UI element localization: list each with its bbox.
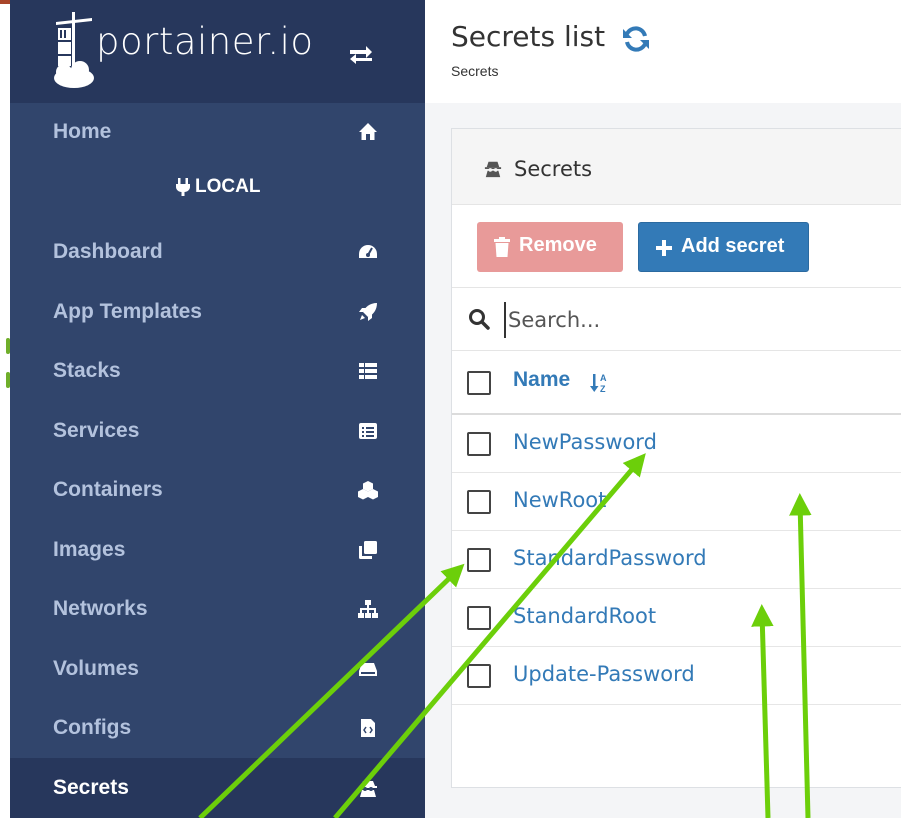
sidebar-item-configs[interactable]: Configs xyxy=(10,704,425,752)
th-list-icon xyxy=(359,363,377,379)
add-secret-button[interactable]: Add secret xyxy=(638,222,809,272)
home-icon xyxy=(359,123,377,140)
action-bar: Remove Add secret xyxy=(452,205,901,287)
left-gutter xyxy=(0,0,10,818)
remove-button[interactable]: Remove xyxy=(477,222,623,272)
sidebar: portainer.io Home LOCAL Dashboard App Te… xyxy=(2,0,425,818)
plus-icon xyxy=(656,240,672,256)
hdd-icon xyxy=(359,663,377,676)
remove-button-label: Remove xyxy=(519,234,597,256)
widget-header: Secrets xyxy=(452,129,901,205)
exchange-icon[interactable] xyxy=(348,44,374,66)
svg-text:Z: Z xyxy=(600,384,606,394)
rocket-icon xyxy=(359,303,377,321)
user-secret-icon xyxy=(484,161,502,178)
search-icon xyxy=(469,309,490,330)
table-header: Name A Z xyxy=(452,351,901,415)
sidebar-item-secrets[interactable]: Secrets xyxy=(2,758,425,818)
sitemap-icon xyxy=(358,600,378,618)
list-alt-icon xyxy=(359,423,377,439)
row-checkbox[interactable] xyxy=(467,606,491,630)
sidebar-item-label: Images xyxy=(53,538,126,561)
secret-name-link[interactable]: NewRoot xyxy=(513,488,606,512)
sidebar-item-home[interactable]: Home xyxy=(10,108,425,156)
row-checkbox[interactable] xyxy=(467,548,491,572)
search-bar xyxy=(452,287,901,351)
add-secret-button-label: Add secret xyxy=(681,235,785,257)
sidebar-item-stacks[interactable]: Stacks xyxy=(10,347,425,395)
sidebar-item-label: Secrets xyxy=(53,776,129,799)
sidebar-item-containers[interactable]: Containers xyxy=(10,466,425,514)
sidebar-item-label: Stacks xyxy=(53,359,121,382)
sidebar-item-label: Services xyxy=(53,419,140,442)
sidebar-item-images[interactable]: Images xyxy=(10,526,425,574)
sidebar-item-label: App Templates xyxy=(53,300,202,323)
table-row: StandardPassword xyxy=(452,531,901,589)
user-secret-icon xyxy=(359,781,377,797)
secrets-widget: Secrets Remove Add secret Search... Name… xyxy=(451,128,901,788)
secret-name-link[interactable]: Update-Password xyxy=(513,662,695,686)
page-title: Secrets list xyxy=(451,20,606,53)
brand-name[interactable]: portainer.io xyxy=(96,20,314,63)
sidebar-item-label: Dashboard xyxy=(53,240,163,263)
table-row: StandardRoot xyxy=(452,589,901,647)
secret-name-link[interactable]: NewPassword xyxy=(513,430,657,454)
svg-text:A: A xyxy=(600,373,607,383)
table-row: NewPassword xyxy=(452,415,901,473)
secret-name-link[interactable]: StandardPassword xyxy=(513,546,707,570)
sidebar-item-dashboard[interactable]: Dashboard xyxy=(10,228,425,276)
table-row: Update-Password xyxy=(452,647,901,705)
sidebar-item-label: Networks xyxy=(53,597,148,620)
secret-name-link[interactable]: StandardRoot xyxy=(513,604,656,628)
widget-title: Secrets xyxy=(514,157,593,181)
sort-alpha-down-icon[interactable]: A Z xyxy=(590,372,610,394)
endpoint-label: LOCAL xyxy=(195,176,261,197)
clone-icon xyxy=(359,541,377,559)
sidebar-item-label: Configs xyxy=(53,716,132,739)
name-column-header[interactable]: Name xyxy=(513,368,570,392)
file-code-icon xyxy=(361,719,375,737)
row-checkbox[interactable] xyxy=(467,664,491,688)
sidebar-item-volumes[interactable]: Volumes xyxy=(10,645,425,693)
breadcrumb: Secrets xyxy=(451,63,499,79)
trash-icon xyxy=(494,237,510,257)
search-input[interactable] xyxy=(504,302,884,338)
row-checkbox[interactable] xyxy=(467,432,491,456)
tachometer-icon xyxy=(359,245,377,258)
sidebar-item-label: Home xyxy=(53,120,112,143)
sidebar-item-services[interactable]: Services xyxy=(10,407,425,455)
page-header: Secrets list Secrets xyxy=(425,0,901,103)
portainer-logo-icon[interactable] xyxy=(52,12,96,88)
refresh-icon[interactable] xyxy=(621,24,651,54)
cubes-icon xyxy=(358,481,378,500)
gutter-mark xyxy=(0,0,10,4)
plug-icon xyxy=(175,178,190,196)
sidebar-item-networks[interactable]: Networks xyxy=(10,585,425,633)
select-all-checkbox[interactable] xyxy=(467,371,491,395)
row-checkbox[interactable] xyxy=(467,490,491,514)
sidebar-item-label: Volumes xyxy=(53,657,139,680)
main-content: Secrets list Secrets Secrets Remove Add … xyxy=(425,0,901,818)
table-row: NewRoot xyxy=(452,473,901,531)
sidebar-item-app-templates[interactable]: App Templates xyxy=(10,288,425,336)
sidebar-item-label: Containers xyxy=(53,478,163,501)
brand-header: portainer.io xyxy=(10,0,425,103)
endpoint-indicator: LOCAL xyxy=(10,176,425,208)
